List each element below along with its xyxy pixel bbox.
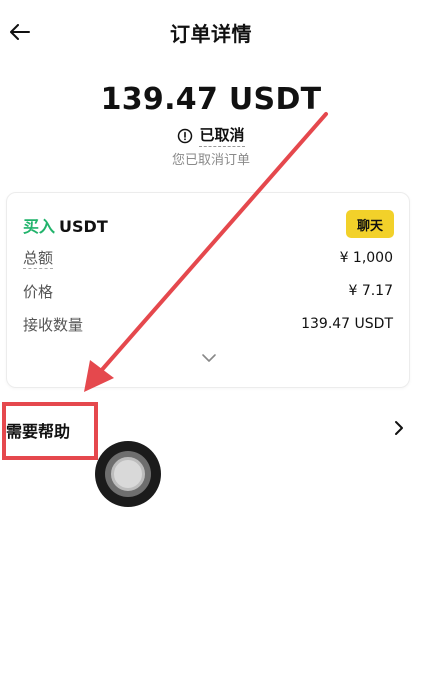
floating-button-ring — [105, 451, 151, 497]
floating-button-core — [111, 457, 145, 491]
floating-assistive-button[interactable] — [95, 441, 161, 507]
annotation-arrow — [84, 112, 328, 392]
order-detail-screen: 订单详情 139.47 USDT 已取消 您已取消订单 买入 USDT 聊天 总额… — [0, 0, 422, 681]
